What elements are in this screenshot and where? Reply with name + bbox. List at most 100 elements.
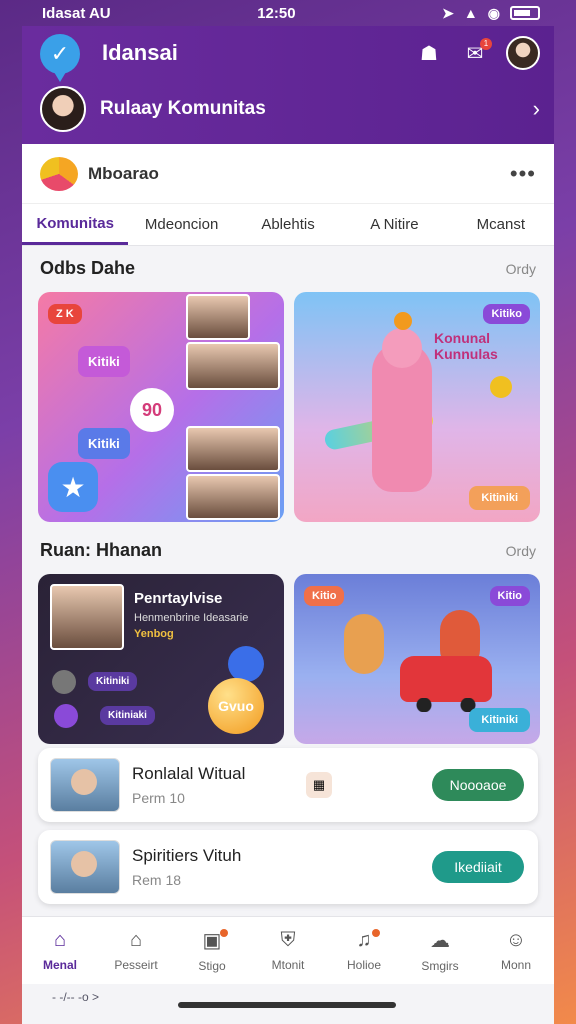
nav-item-monn[interactable]: ☺ Monn <box>478 917 554 984</box>
member-photo <box>186 294 250 340</box>
nav-item-stigo[interactable]: ▣ Stigo <box>174 917 250 984</box>
nav-label: Holioe <box>346 958 382 972</box>
host-photo <box>50 584 124 650</box>
list-subtitle: Perm 10 <box>132 790 185 806</box>
sticker: Kitiki <box>78 346 130 377</box>
list-item[interactable]: Spiritiers Vituh Rem 18 Ikediiait <box>38 830 538 904</box>
star-icon[interactable]: ★ <box>48 462 98 512</box>
balloon-illustration: Gvuo <box>208 678 264 734</box>
join-button[interactable]: Noooaoe <box>432 769 524 801</box>
tab-komunitas[interactable]: Komunitas <box>22 204 129 245</box>
brand-row: Mboarao ••• <box>22 144 554 204</box>
nav-label: Smgirs <box>421 959 459 973</box>
tab-bar: Komunitas Mdeoncion Ablehtis A Nitire Mc… <box>22 204 554 246</box>
wifi-icon: ◉ <box>487 4 500 21</box>
decoration <box>228 646 264 682</box>
feature-card-2[interactable]: Kitiko Konunal Kunnulas Kitiniki <box>294 292 540 522</box>
home-icon: ⌂ <box>53 929 67 951</box>
nav-item-holioe[interactable]: ♫ Holioe <box>326 917 402 984</box>
join-button[interactable]: Ikediiait <box>432 851 524 883</box>
bear-illustration <box>372 328 432 492</box>
shield-icon: ⛨ <box>280 929 296 951</box>
feature-card-3[interactable]: Penrtaylvise Henmenbrine Ideasarie Yenbo… <box>38 574 284 744</box>
section-link[interactable]: Ordy <box>506 261 536 277</box>
community-row[interactable]: Rulaay Komunitas › <box>40 84 540 134</box>
chevron-right-icon: › <box>532 96 540 121</box>
member-photo <box>186 342 280 390</box>
more-options-icon[interactable]: ••• <box>510 161 536 187</box>
card-meta: Yenbog <box>134 628 174 640</box>
card-button[interactable]: Kitiniki <box>469 708 530 732</box>
card-badge: Kitiko <box>483 304 530 324</box>
sticker: Kitiki <box>78 428 130 459</box>
list-thumbnail <box>50 840 120 894</box>
nav-item-pesseirt[interactable]: ⌂ Pesseirt <box>98 917 174 984</box>
tab-mdeoncion[interactable]: Mdeoncion <box>128 204 234 245</box>
tab-ablehtis[interactable]: Ablehtis <box>235 204 341 245</box>
list-text: Ronlalal Witual Perm 10 <box>132 764 306 806</box>
battery-icon <box>509 6 540 20</box>
brand-logo-icon <box>40 156 78 191</box>
nav-label: Pesseirt <box>114 958 158 972</box>
bell-icon: ♫ <box>356 929 372 951</box>
bear-character <box>344 614 384 674</box>
list-text: Spiritiers Vituh Rem 18 <box>132 846 306 888</box>
feature-card-1[interactable]: Z K Kitiki 90 Kitiki ★ <box>38 292 284 522</box>
decoration <box>490 376 512 398</box>
bottom-navigation: ⌂ Menal ⌂ Pesseirt ▣ Stigo ⛨ Mtonit ♫ Ho… <box>22 916 554 984</box>
list-subtitle: Rem 18 <box>132 872 182 888</box>
nav-label: Menal <box>42 958 77 972</box>
card-title: Penrtaylvise <box>134 590 223 607</box>
play-icon <box>54 704 78 728</box>
home-indicator[interactable] <box>178 1002 396 1008</box>
list-title: Spiritiers Vituh <box>132 846 242 865</box>
card-subtitle: Henmenbrine Ideasarie <box>134 612 249 624</box>
profile-avatar[interactable] <box>506 36 540 70</box>
score-badge: 90 <box>130 388 174 432</box>
person-icon: ☺ <box>505 929 527 951</box>
tab-mcanst[interactable]: Mcanst <box>448 204 554 245</box>
tab-a-nitire[interactable]: A Nitire <box>341 204 447 245</box>
card-tag: Kitio <box>304 586 345 606</box>
member-photo <box>186 474 280 520</box>
card-tag: Z K <box>48 304 82 324</box>
member-photo <box>186 426 280 472</box>
status-icons: ➤ ▲ ◉ <box>442 5 540 22</box>
notification-dot <box>372 929 380 937</box>
calendar-icon: ▦ <box>306 772 332 798</box>
community-label: Rulaay Komunitas <box>100 98 266 119</box>
nav-label: Monn <box>500 958 532 972</box>
chat-icon <box>52 670 76 694</box>
nav-item-mtonit[interactable]: ⛨ Mtonit <box>250 917 326 984</box>
signal-icon: ▲ <box>463 5 478 21</box>
chip[interactable]: Kitiniaki <box>100 706 155 725</box>
card-button[interactable]: Kitiniki <box>469 486 530 510</box>
list-thumbnail <box>50 758 120 812</box>
chat-icon: ☁ <box>430 930 450 952</box>
list-title: Ronlalal Witual <box>132 764 246 783</box>
section-header-1: Odbs Dahe Ordy <box>40 258 536 279</box>
community-avatar <box>40 86 86 132</box>
nav-item-smgirs[interactable]: ☁ Smgirs <box>402 917 478 984</box>
feature-card-4[interactable]: Kitio Kitio Kitiniki <box>294 574 540 744</box>
app-title: Idansai <box>102 40 178 65</box>
nav-label: Stigo <box>198 959 226 973</box>
app-header: ✓ Idansai ☗ ✉ 1 Rulaay Komunitas › <box>22 26 554 144</box>
app-logo-icon[interactable]: ✓ <box>40 34 80 82</box>
house-icon: ⌂ <box>129 929 143 951</box>
card-badge: Kitio <box>489 586 530 606</box>
section-link[interactable]: Ordy <box>506 543 536 559</box>
main-content: Mboarao ••• Komunitas Mdeoncion Ablehtis… <box>22 144 554 1024</box>
list-item[interactable]: Ronlalal Witual Perm 10 ▦ Noooaoe <box>38 748 538 822</box>
chip[interactable]: Kitiniki <box>88 672 138 691</box>
brand-name: Mboarao <box>88 163 159 183</box>
decoration <box>394 312 412 330</box>
image-icon: ▣ <box>202 930 222 952</box>
nav-item-menal[interactable]: ⌂ Menal <box>22 917 98 984</box>
community-icon[interactable]: ☗ <box>414 38 444 68</box>
location-icon: ➤ <box>442 4 454 21</box>
clock: 12:50 <box>257 4 296 22</box>
nav-label: Mtonit <box>271 958 305 972</box>
notifications-icon[interactable]: ✉ 1 <box>460 38 492 68</box>
